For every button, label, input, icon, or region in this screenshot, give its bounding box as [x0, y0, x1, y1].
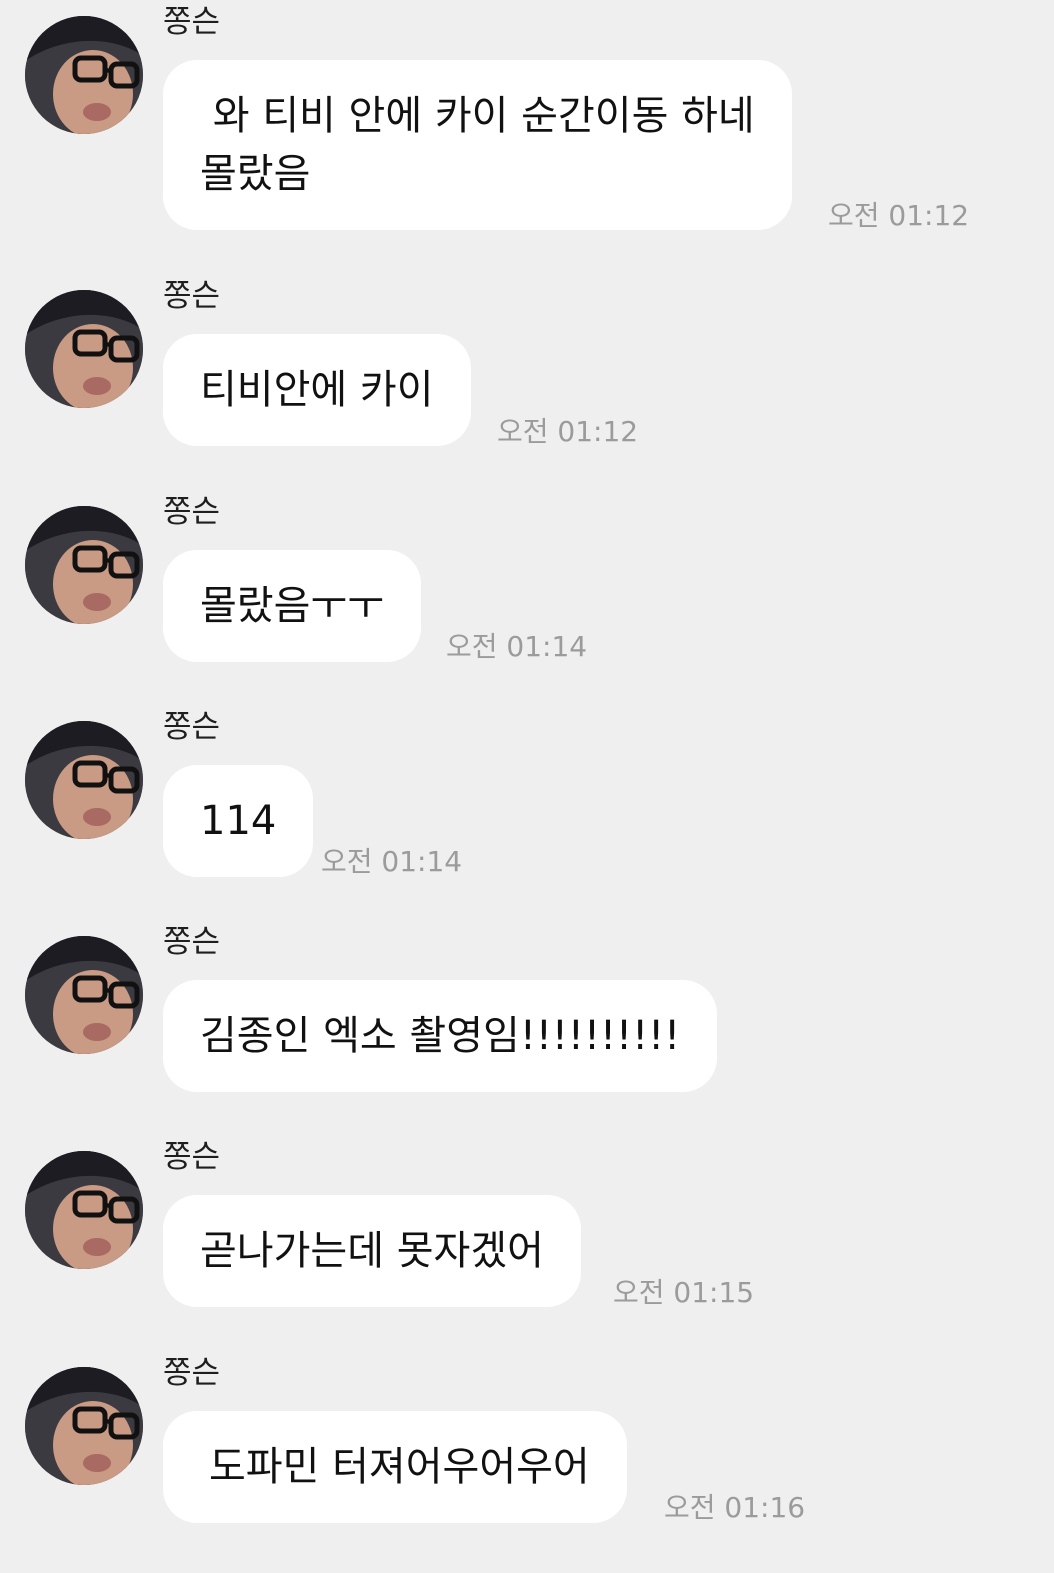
avatar-photo-icon: [25, 721, 143, 839]
message-time: 오전 01:14: [321, 845, 463, 878]
message-time: 오전 01:15: [613, 1276, 755, 1309]
sender-avatar[interactable]: [25, 1367, 143, 1485]
message-time: 오전 01:12: [828, 199, 970, 232]
sender-name: 쫑슨: [163, 1139, 221, 1175]
chat-message: 쫑슨 와 티비 안에 카이 순간이동 하네 몰랐음 오전 01:12: [0, 0, 1054, 232]
sender-avatar[interactable]: [25, 16, 143, 134]
avatar-photo-icon: [25, 936, 143, 1054]
message-bubble[interactable]: 김종인 엑소 촬영임!!!!!!!!!!: [163, 980, 718, 1092]
message-time: 오전 01:14: [446, 630, 588, 663]
sender-name: 쫑슨: [163, 4, 221, 40]
chat-message: 쫑슨 티비안에 카이 오전 01:12: [0, 274, 1054, 489]
message-bubble[interactable]: 114: [163, 765, 314, 877]
sender-name: 쫑슨: [163, 924, 221, 960]
message-bubble[interactable]: 도파민 터져어우어우어: [163, 1411, 627, 1523]
sender-name: 쫑슨: [163, 494, 221, 530]
message-time: 오전 01:12: [497, 415, 639, 448]
sender-avatar[interactable]: [25, 290, 143, 408]
message-bubble[interactable]: 티비안에 카이: [163, 334, 471, 446]
sender-avatar[interactable]: [25, 506, 143, 624]
chat-message: 쫑슨 114 오전 01:14: [0, 705, 1054, 920]
chat-message: 쫑슨 김종인 엑소 촬영임!!!!!!!!!!: [0, 920, 1054, 1135]
chat-message: 쫑슨 도파민 터져어우어우어 오전 01:16: [0, 1351, 1054, 1566]
message-bubble[interactable]: 와 티비 안에 카이 순간이동 하네 몰랐음: [163, 60, 792, 230]
message-bubble[interactable]: 몰랐음ㅜㅜ: [163, 550, 421, 662]
avatar-photo-icon: [25, 1151, 143, 1269]
avatar-photo-icon: [25, 506, 143, 624]
message-bubble[interactable]: 곧나가는데 못자겠어: [163, 1195, 581, 1307]
sender-avatar[interactable]: [25, 936, 143, 1054]
avatar-photo-icon: [25, 290, 143, 408]
sender-name: 쫑슨: [163, 1355, 221, 1391]
sender-avatar[interactable]: [25, 721, 143, 839]
sender-name: 쫑슨: [163, 709, 221, 745]
chat-message: 쫑슨 몰랐음ㅜㅜ 오전 01:14: [0, 490, 1054, 705]
avatar-photo-icon: [25, 1367, 143, 1485]
avatar-photo-icon: [25, 16, 143, 134]
chat-message: 쫑슨 곧나가는데 못자겠어 오전 01:15: [0, 1135, 1054, 1350]
sender-avatar[interactable]: [25, 1151, 143, 1269]
sender-name: 쫑슨: [163, 278, 221, 314]
message-time: 오전 01:16: [664, 1491, 806, 1524]
chat-message-list[interactable]: 쫑슨 와 티비 안에 카이 순간이동 하네 몰랐음 오전 01:12 쫑슨 티비…: [0, 0, 1054, 1573]
